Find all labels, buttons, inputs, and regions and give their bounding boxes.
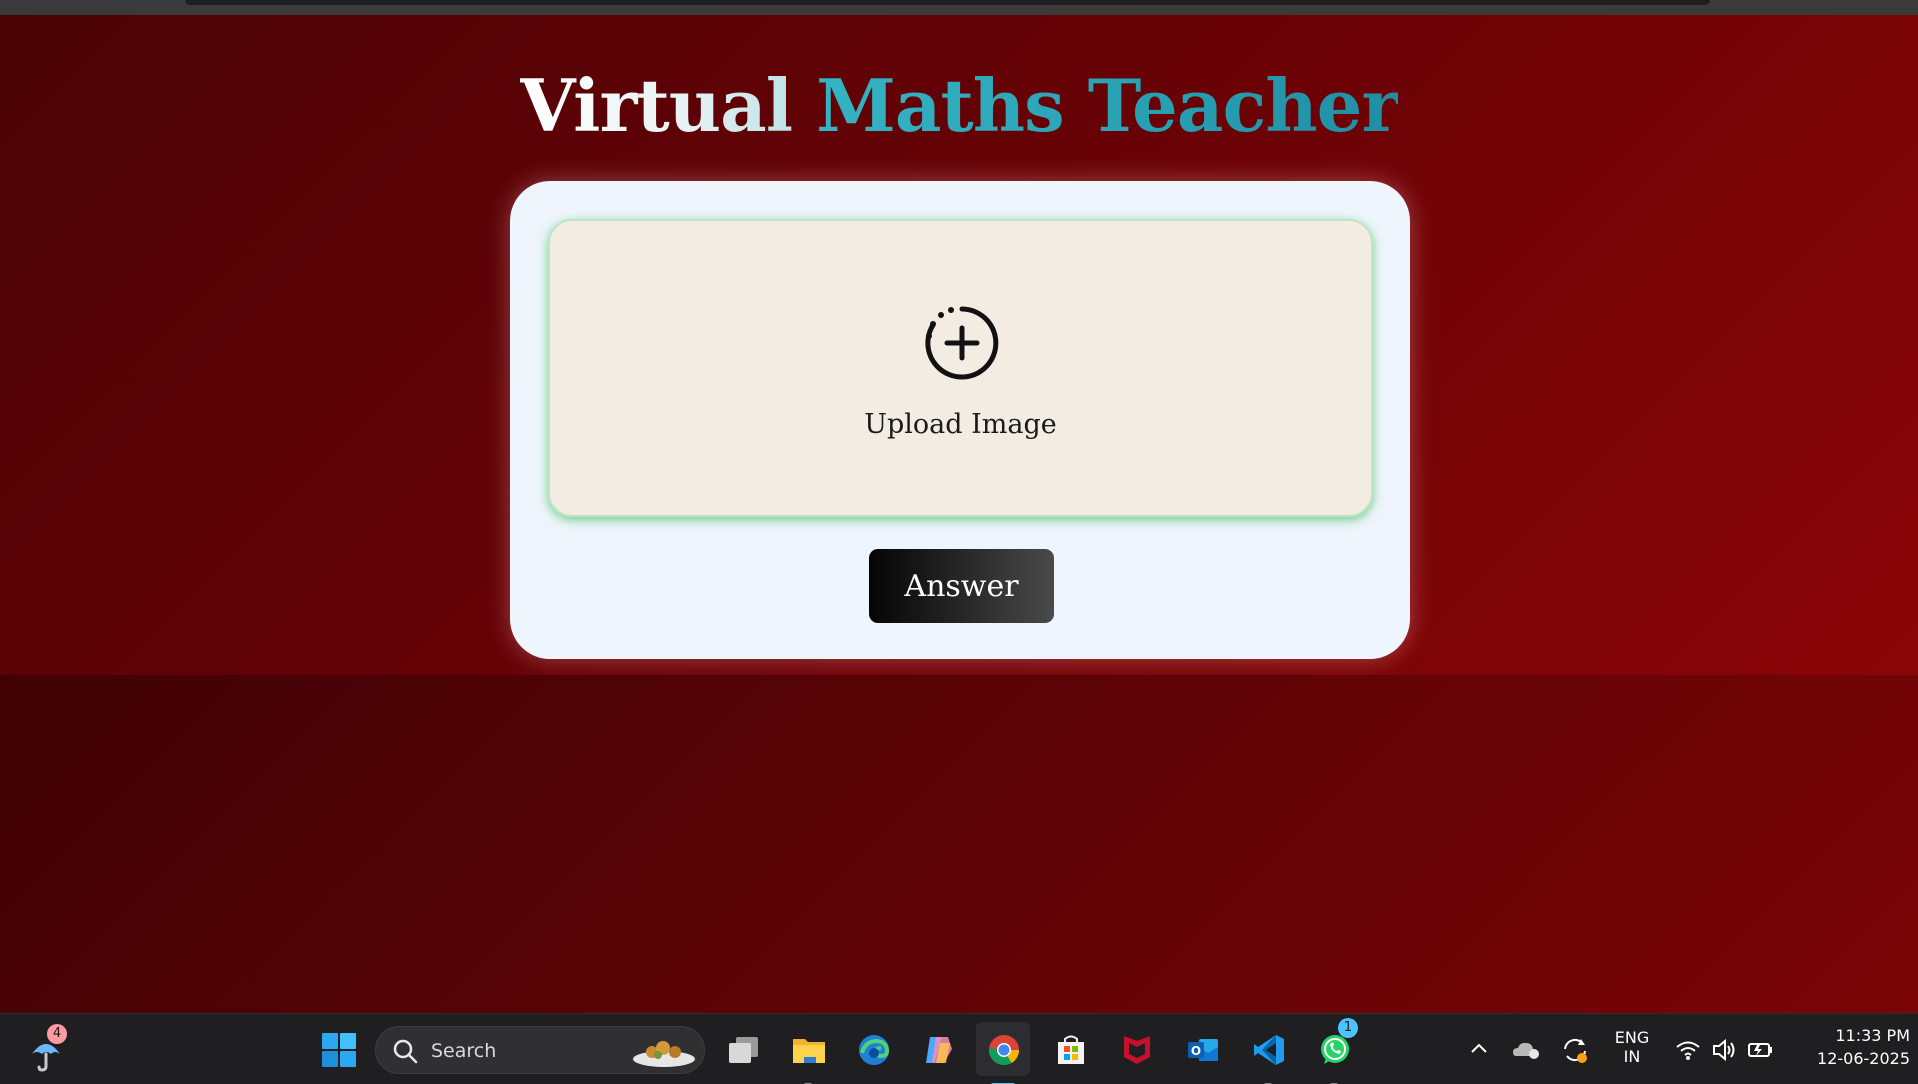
taskbar-whatsapp[interactable]: 1	[1307, 1018, 1361, 1084]
language-code: ENG	[1614, 1028, 1650, 1047]
edge-icon	[859, 1035, 890, 1065]
title-word-virtual: Virtual	[519, 63, 793, 148]
start-button[interactable]	[311, 1022, 365, 1076]
taskbar-copilot[interactable]	[911, 1022, 965, 1076]
taskbar-task-view[interactable]	[715, 1022, 769, 1076]
taskbar-outlook[interactable]: O	[1175, 1022, 1229, 1076]
vscode-icon	[1254, 1035, 1284, 1065]
add-circle-icon	[925, 306, 999, 380]
taskbar-microsoft-store[interactable]	[1043, 1022, 1097, 1076]
copilot-icon	[926, 1037, 952, 1063]
clock[interactable]: 11:33 PM 12-06-2025	[1790, 1026, 1910, 1068]
weather-badge: 4	[47, 1024, 67, 1044]
page-title: Virtual Maths Teacher	[0, 63, 1918, 148]
chrome-icon	[988, 1035, 1019, 1066]
food-bowl-icon	[633, 1041, 695, 1067]
volume-icon[interactable]	[1711, 1037, 1737, 1063]
language-indicator[interactable]: ENG IN	[1605, 1028, 1659, 1066]
browser-top-edge	[0, 0, 1918, 15]
title-words-maths-teacher: Maths Teacher	[816, 63, 1399, 148]
taskbar-mcafee[interactable]	[1109, 1022, 1163, 1076]
sync-icon[interactable]	[1560, 1035, 1590, 1065]
answer-button[interactable]: Answer	[869, 549, 1054, 623]
weather-widget[interactable]: 4	[20, 1024, 74, 1078]
browser-tab-strip	[185, 0, 1710, 5]
task-view-icon	[729, 1037, 758, 1063]
file-explorer-icon	[793, 1039, 825, 1063]
upload-image-dropzone[interactable]: Upload Image	[548, 219, 1373, 517]
whatsapp-icon	[1321, 1035, 1349, 1064]
taskbar-edge[interactable]	[846, 1022, 900, 1076]
windows-taskbar: 4 Search O 1 ENG IN 11:33 PM 12-06-2025	[0, 1013, 1918, 1084]
mcafee-icon	[1124, 1036, 1150, 1064]
battery-icon[interactable]	[1747, 1037, 1775, 1063]
clock-date: 12-06-2025	[1817, 1049, 1910, 1068]
svg-text:O: O	[1191, 1044, 1201, 1058]
chevron-up-icon[interactable]	[1467, 1037, 1491, 1061]
taskbar-file-explorer[interactable]	[781, 1022, 835, 1084]
wifi-icon[interactable]	[1675, 1037, 1701, 1063]
upload-image-label: Upload Image	[864, 409, 1057, 440]
taskbar-chrome[interactable]	[976, 1022, 1030, 1084]
search-placeholder: Search	[431, 1040, 497, 1062]
upload-card: Upload Image Answer	[510, 181, 1410, 659]
microsoft-store-icon	[1058, 1035, 1084, 1064]
onedrive-icon[interactable]	[1512, 1038, 1542, 1062]
whatsapp-badge: 1	[1338, 1018, 1358, 1038]
clock-time: 11:33 PM	[1835, 1026, 1910, 1045]
app-viewport: Virtual Maths Teacher Upload Image Answe…	[0, 15, 1918, 675]
region-code: IN	[1623, 1047, 1641, 1066]
taskbar-search[interactable]: Search	[375, 1026, 705, 1074]
outlook-icon: O	[1188, 1039, 1218, 1061]
page-background	[0, 675, 1918, 1013]
search-icon	[393, 1039, 418, 1064]
windows-logo-icon	[322, 1033, 356, 1067]
taskbar-vscode[interactable]	[1241, 1022, 1295, 1084]
